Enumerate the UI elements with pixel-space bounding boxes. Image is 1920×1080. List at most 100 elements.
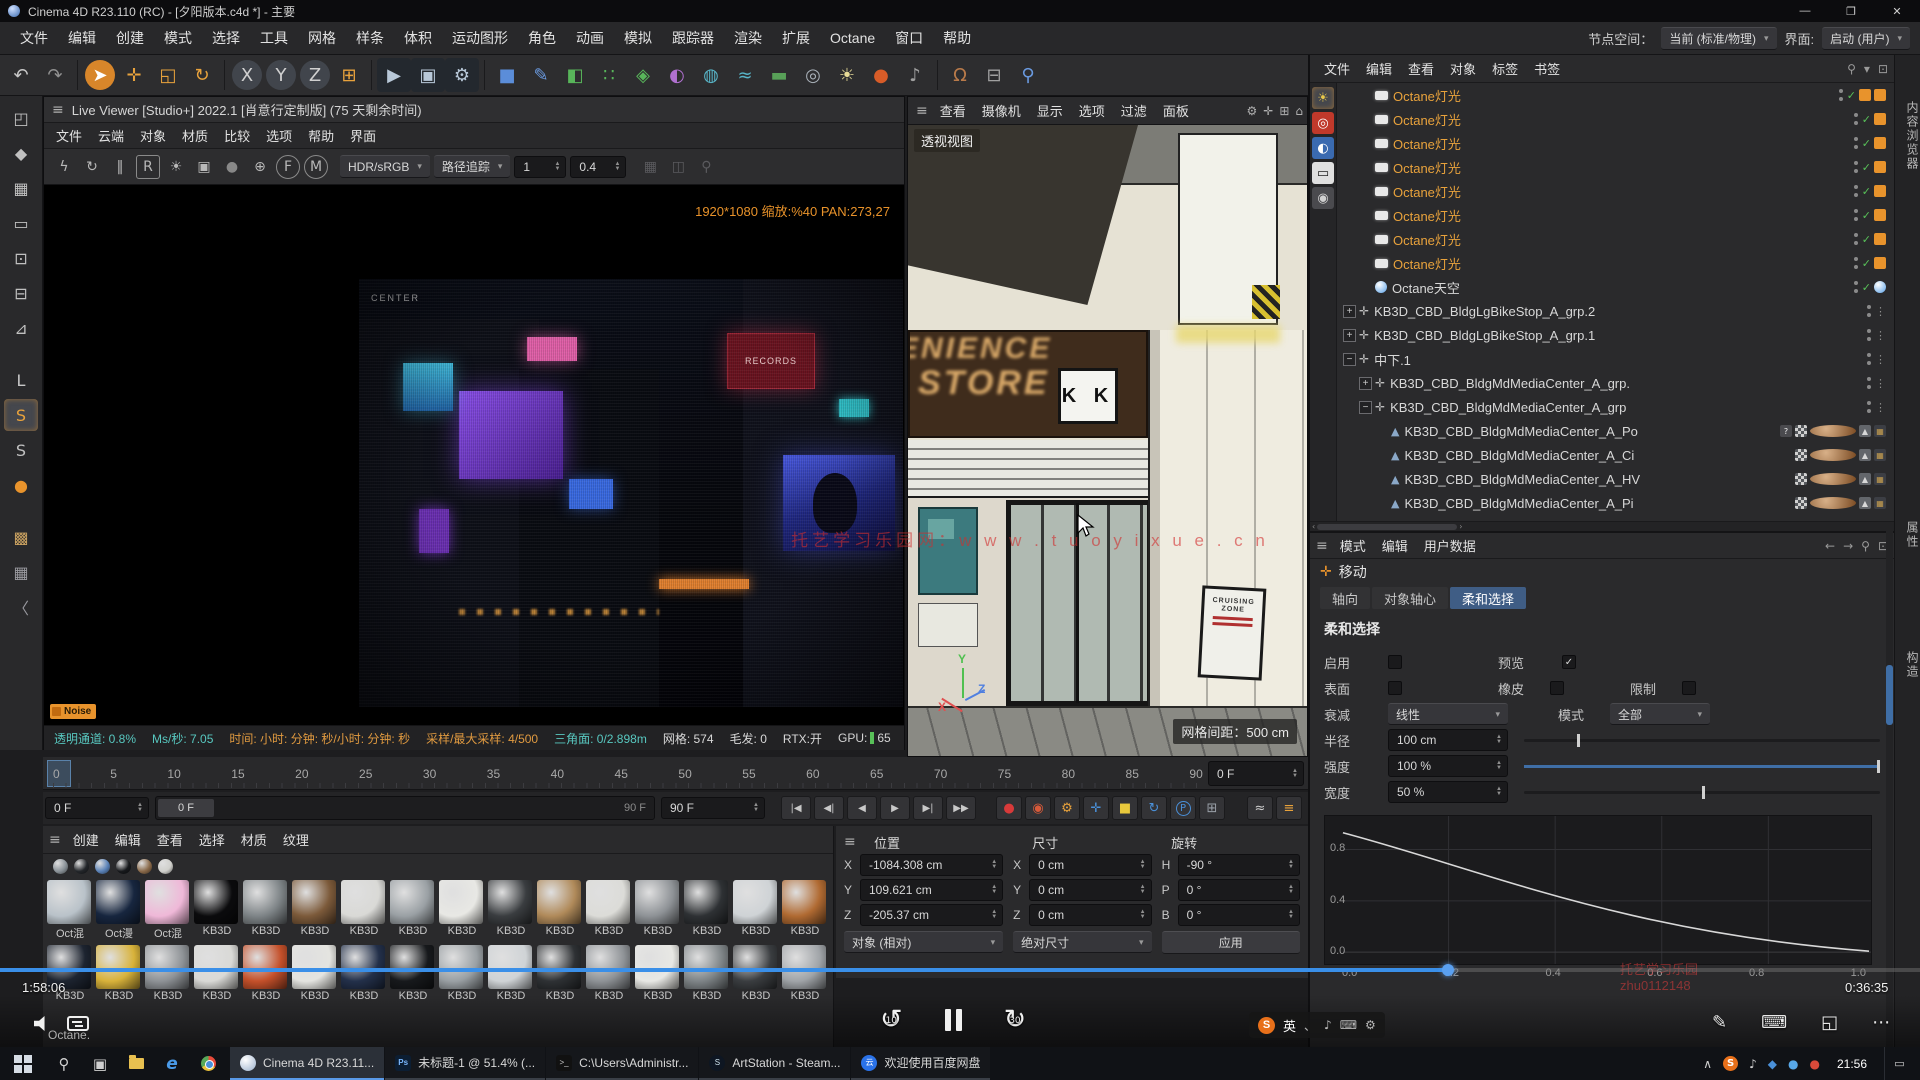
workplane-mode[interactable]: ▭ [4, 207, 38, 239]
expander-icon[interactable]: + [1343, 329, 1356, 342]
lock-z-axis[interactable]: Z [300, 60, 330, 90]
object-row[interactable]: Octane天空✓ [1337, 275, 1894, 299]
object-row[interactable]: Octane灯光✓ [1337, 227, 1894, 251]
visibility-dots[interactable] [1854, 161, 1859, 173]
am-toolbar-icon-0[interactable]: ← [1825, 539, 1835, 553]
radius-field[interactable]: 100 cm▲▼ [1388, 729, 1508, 751]
render-canvas[interactable]: CENTER RECORDS 1920*1080 缩放:%40 PAN:273,… [44, 185, 904, 725]
checker-tag-icon[interactable] [1795, 473, 1807, 485]
sogou-tray-icon[interactable]: S [1723, 1056, 1738, 1071]
material-item[interactable]: KB3D [194, 945, 240, 1002]
menu-item-5[interactable]: 工具 [250, 28, 298, 48]
row-menu-icon[interactable]: ⋮ [1875, 377, 1886, 390]
object-row[interactable]: ▲KB3D_CBD_BldgMdMediaCenter_A_HV▲▦ [1337, 467, 1894, 491]
vp-toolbar-icon-2[interactable]: ⊞ [1279, 104, 1289, 118]
material-item[interactable]: KB3D [390, 945, 436, 1002]
material-item[interactable]: KB3D [145, 945, 191, 1002]
menu-item-16[interactable]: Octane [820, 30, 885, 46]
uvw-tag-icon[interactable]: ▦ [1874, 425, 1886, 437]
visibility-dots[interactable] [1854, 257, 1859, 269]
gamma-field[interactable]: 0.4▲▼ [570, 156, 626, 178]
input-language[interactable]: 英 [1283, 1016, 1296, 1035]
material-item[interactable]: KB3D [96, 945, 142, 1002]
field-menu[interactable]: ≈ [728, 58, 762, 92]
vp-menu-item-0[interactable]: 查看 [932, 101, 974, 120]
octane-sky-icon[interactable]: ◉ [1312, 187, 1334, 209]
width-field[interactable]: 50 %▲▼ [1388, 781, 1508, 803]
menu-item-7[interactable]: 样条 [346, 28, 394, 48]
menu-item-3[interactable]: 模式 [154, 28, 202, 48]
sogou-logo-icon[interactable]: S [1258, 1017, 1275, 1034]
strength-slider[interactable] [1524, 765, 1880, 768]
enabled-check-icon[interactable]: ✓ [1847, 89, 1856, 102]
file-explorer-icon[interactable] [118, 1047, 154, 1080]
vp-menu-item-2[interactable]: 显示 [1029, 101, 1071, 120]
forward-30-button[interactable]: ↻30 [1004, 1004, 1027, 1035]
viewport-canvas[interactable]: ENIENCE STORE K K CRUISING ZONE 透视视图 网格间… [908, 125, 1307, 756]
video-seek-handle[interactable] [1442, 964, 1454, 976]
autokey-button[interactable]: ◉ [1025, 796, 1051, 820]
material-item[interactable]: KB3D [243, 945, 289, 1002]
uvw-tag-icon[interactable]: ▦ [1874, 473, 1886, 485]
taskbar-app-1[interactable]: Ps未标题-1 @ 51.4% (... [385, 1047, 545, 1080]
record-keyframe-button[interactable]: ● [996, 796, 1022, 820]
mm-menu-item-3[interactable]: 选择 [191, 830, 233, 849]
am-menu-item-1[interactable]: 编辑 [1374, 536, 1416, 555]
sogou-toolbox-icon[interactable]: ⚙ [1365, 1018, 1376, 1032]
om-toolbar-icon-1[interactable]: ▾ [1864, 62, 1870, 76]
right-tab-0[interactable]: 内容浏览器 [1895, 101, 1920, 171]
visibility-dots[interactable] [1854, 233, 1859, 245]
visibility-dots[interactable] [1839, 89, 1844, 101]
size-x-field[interactable]: 0 cm▲▼ [1029, 854, 1151, 876]
lv-menu-item-5[interactable]: 选项 [258, 126, 300, 145]
mat-tag-icon[interactable] [1810, 497, 1856, 509]
material-item[interactable]: KB3D [292, 945, 338, 1002]
light-tag-icon[interactable] [1874, 113, 1886, 125]
expander-icon[interactable]: − [1343, 353, 1356, 366]
rotation-h-field[interactable]: -90 °▲▼ [1178, 854, 1300, 876]
om-menu-item-3[interactable]: 对象 [1442, 59, 1484, 78]
phong-tag-icon[interactable]: ▲ [1859, 473, 1871, 485]
pause-render[interactable]: ‖ [108, 155, 132, 179]
rotation-p-field[interactable]: 0 °▲▼ [1178, 879, 1300, 901]
edge-mode[interactable]: ⊟ [4, 277, 38, 309]
move-tool[interactable]: ✛ [117, 58, 151, 92]
octane-daylight-icon[interactable]: ☀ [1312, 87, 1334, 109]
keyboard-shortcut-icon[interactable]: ⌨ [1761, 1012, 1787, 1033]
material-item[interactable]: KB3D [782, 945, 828, 1002]
visibility-dots[interactable] [1867, 329, 1872, 341]
phong-tag-icon[interactable]: ▲ [1859, 425, 1871, 437]
octane-target-light-icon[interactable]: ◎ [1312, 112, 1334, 134]
apply-button[interactable]: 应用 [1162, 931, 1300, 954]
task-view-icon[interactable]: ▣ [82, 1047, 118, 1080]
pen-spline-menu[interactable]: ✎ [524, 58, 558, 92]
visibility-dots[interactable] [1867, 377, 1872, 389]
material-mini-preview[interactable] [137, 859, 152, 874]
lv-menu-item-4[interactable]: 比较 [216, 126, 258, 145]
netdisk-tray-icon[interactable]: ● [1788, 1057, 1798, 1071]
axis-workplane[interactable]: L [4, 364, 38, 396]
kernel-dropdown[interactable]: 路径追踪▾ [434, 155, 511, 178]
deformer-menu[interactable]: ◐ [660, 58, 694, 92]
material-item[interactable]: KB3D [243, 880, 289, 941]
lv-menu-item-0[interactable]: 文件 [48, 126, 90, 145]
visibility-dots[interactable] [1854, 209, 1859, 221]
phong-tag-icon[interactable]: ▲ [1859, 449, 1871, 461]
taskbar-app-3[interactable]: SArtStation - Steam... [699, 1047, 850, 1080]
point-mode[interactable]: ⊡ [4, 242, 38, 274]
maximize-button[interactable]: ❐ [1828, 0, 1874, 22]
q-tag-icon[interactable]: ? [1780, 425, 1792, 437]
pause-button[interactable] [945, 1009, 962, 1031]
goto-end-button[interactable]: ▶▶ [946, 796, 976, 820]
material-item[interactable]: KB3D [733, 945, 779, 1002]
close-button[interactable]: ✕ [1874, 0, 1920, 22]
row-menu-icon[interactable]: ⋮ [1875, 329, 1886, 342]
material-item[interactable]: KB3D [586, 945, 632, 1002]
checker-tag-icon[interactable] [1795, 497, 1807, 509]
menu-item-8[interactable]: 体积 [394, 28, 442, 48]
microphone-icon[interactable]: ♪ [898, 58, 932, 92]
light-tag-icon[interactable] [1874, 137, 1886, 149]
visibility-dots[interactable] [1854, 281, 1859, 293]
object-row[interactable]: Octane灯光✓ [1337, 83, 1894, 107]
render-picture-viewer[interactable]: ▣ [411, 58, 445, 92]
